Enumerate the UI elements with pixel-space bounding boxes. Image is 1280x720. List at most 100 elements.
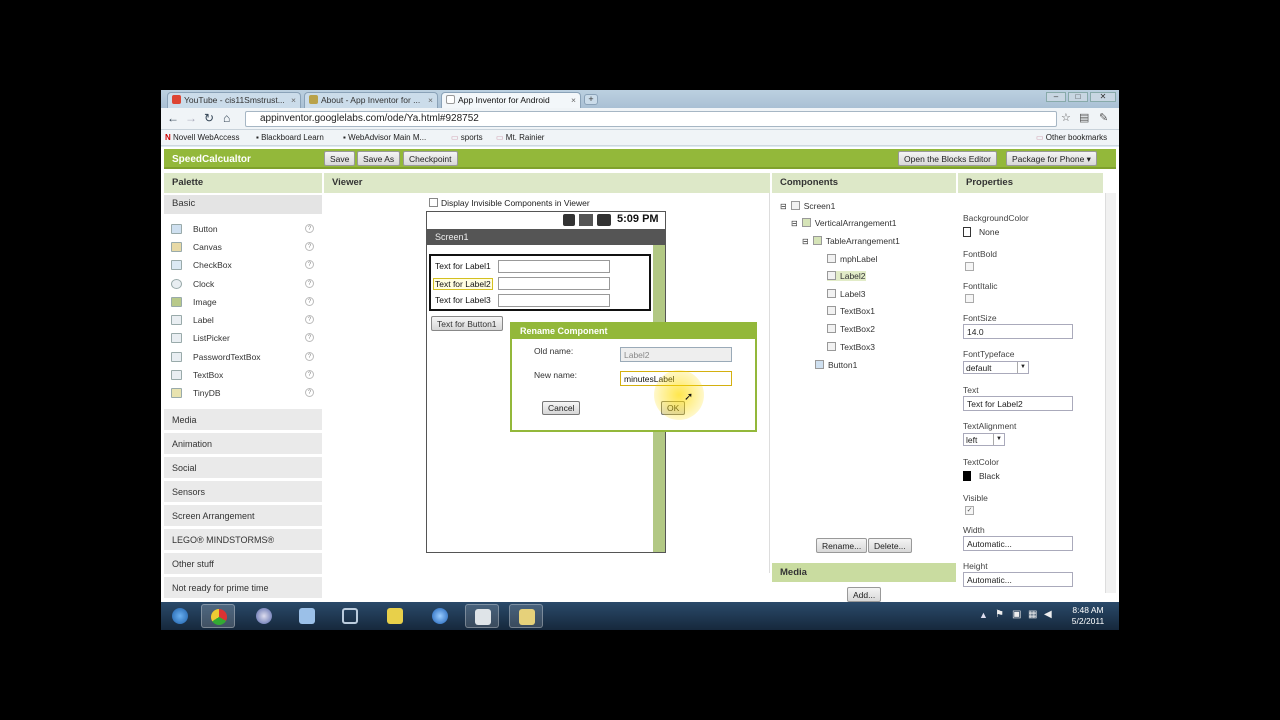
palette-item-tinydb[interactable]: TinyDB? <box>167 386 317 402</box>
volume-icon[interactable]: ◀ <box>1044 609 1052 620</box>
page-menu-icon[interactable]: ▤ <box>1079 111 1089 124</box>
bookmark-novell[interactable]: N Novell WebAccess <box>165 133 240 142</box>
palette-category-animation[interactable]: Animation <box>164 433 322 455</box>
palette-basic-category[interactable]: Basic <box>164 195 322 214</box>
palette-item-button[interactable]: Button? <box>167 222 317 238</box>
taskbar-app-link[interactable] <box>333 604 367 628</box>
help-icon[interactable]: ? <box>305 260 314 269</box>
add-media-button[interactable]: Add... <box>847 587 882 602</box>
label1[interactable]: Text for Label1 <box>435 261 491 271</box>
taskbar-ie[interactable] <box>423 604 457 628</box>
vertical-arrangement[interactable]: Text for Label1 Text for Label2 Text for… <box>429 254 651 311</box>
bookmark-blackboard[interactable]: ▪ Blackboard Learn <box>256 133 324 142</box>
start-button[interactable] <box>163 604 197 628</box>
width-input[interactable]: Automatic... <box>963 536 1073 551</box>
address-bar[interactable]: appinventor.googlelabs.com/ode/Ya.html#9… <box>245 111 1057 127</box>
help-icon[interactable]: ? <box>305 297 314 306</box>
help-icon[interactable]: ? <box>305 279 314 288</box>
palette-category-sensors[interactable]: Sensors <box>164 481 322 503</box>
palette-category-other-stuff[interactable]: Other stuff <box>164 553 322 575</box>
palette-item-clock[interactable]: Clock? <box>167 277 317 293</box>
bookmark-other[interactable]: ▭ Other bookmarks <box>1036 133 1107 142</box>
rename-button[interactable]: Rename... <box>816 538 868 553</box>
palette-category-screen-arrangement[interactable]: Screen Arrangement <box>164 505 322 527</box>
tree-item-screen1[interactable]: ⊟ Screen1 <box>780 201 835 211</box>
text-input[interactable]: Text for Label2 <box>963 396 1073 411</box>
back-arrow-icon[interactable]: ← <box>167 111 179 125</box>
textcolor-picker[interactable]: Black <box>963 471 1000 481</box>
textbox3[interactable] <box>498 294 610 307</box>
close-icon[interactable]: × <box>571 95 576 105</box>
reload-icon[interactable]: ↻ <box>204 111 214 125</box>
system-clock[interactable]: 8:48 AM 5/2/2011 <box>1063 605 1113 627</box>
tab-app-inventor[interactable]: App Inventor for Android × <box>441 92 581 108</box>
taskbar-explorer[interactable] <box>509 604 543 628</box>
palette-item-passwordtextbox[interactable]: PasswordTextBox? <box>167 350 317 366</box>
star-icon[interactable]: ☆ <box>1061 111 1071 124</box>
open-blocks-editor-button[interactable]: Open the Blocks Editor <box>898 151 997 166</box>
help-icon[interactable]: ? <box>305 352 314 361</box>
dropdown-arrow-icon[interactable]: ▼ <box>993 434 1004 445</box>
fontbold-checkbox[interactable] <box>965 262 974 271</box>
tree-item-textbox3[interactable]: TextBox3 <box>827 342 875 352</box>
bookmark-mt-rainier[interactable]: ▭ Mt. Rainier <box>496 133 544 142</box>
tree-item-tablearrangement1[interactable]: ⊟ TableArrangement1 <box>802 236 900 246</box>
minimize-button[interactable]: – <box>1046 92 1066 102</box>
maximize-button[interactable]: □ <box>1068 92 1088 102</box>
taskbar-window[interactable] <box>465 604 499 628</box>
checkbox-icon[interactable] <box>429 198 438 207</box>
collapse-icon[interactable]: ⊟ <box>791 219 798 228</box>
close-icon[interactable]: × <box>428 95 433 105</box>
delete-button[interactable]: Delete... <box>868 538 912 553</box>
taskbar-chrome[interactable] <box>201 604 235 628</box>
tree-item-button1[interactable]: Button1 <box>815 360 857 370</box>
tree-item-label2-selected[interactable]: Label2 <box>827 271 866 281</box>
visible-checkbox[interactable]: ✓ <box>965 506 974 515</box>
cancel-button[interactable]: Cancel <box>542 401 581 415</box>
tree-item-label3[interactable]: Label3 <box>827 289 866 299</box>
palette-item-label[interactable]: Label? <box>167 313 317 329</box>
bookmark-webadvisor[interactable]: ▪ WebAdvisor Main M... <box>343 133 426 142</box>
palette-item-checkbox[interactable]: CheckBox? <box>167 258 317 274</box>
button1[interactable]: Text for Button1 <box>431 316 503 331</box>
label3[interactable]: Text for Label3 <box>435 295 491 305</box>
help-icon[interactable]: ? <box>305 388 314 397</box>
height-input[interactable]: Automatic... <box>963 572 1073 587</box>
palette-category-media[interactable]: Media <box>164 409 322 431</box>
palette-category-social[interactable]: Social <box>164 457 322 479</box>
collapse-icon[interactable]: ⊟ <box>780 202 787 211</box>
bookmark-sports[interactable]: ▭ sports <box>451 133 483 142</box>
help-icon[interactable]: ? <box>305 224 314 233</box>
help-icon[interactable]: ? <box>305 242 314 251</box>
network-status-icon[interactable]: ▦ <box>1028 609 1037 620</box>
package-for-phone-button[interactable]: Package for Phone ▾ <box>1006 151 1097 166</box>
fontitalic-checkbox[interactable] <box>965 294 974 303</box>
help-icon[interactable]: ? <box>305 315 314 324</box>
home-icon[interactable]: ⌂ <box>223 111 230 125</box>
checkpoint-button[interactable]: Checkpoint <box>403 151 458 166</box>
palette-category-lego-mindstorms[interactable]: LEGO® MINDSTORMS® <box>164 529 322 551</box>
fonttypeface-select[interactable]: default ▼ <box>963 361 1029 374</box>
textalignment-select[interactable]: left ▼ <box>963 433 1005 446</box>
palette-item-listpicker[interactable]: ListPicker? <box>167 331 317 347</box>
close-icon[interactable]: × <box>291 95 296 105</box>
forward-arrow-icon[interactable]: → <box>185 111 197 125</box>
tab-youtube[interactable]: YouTube - cis11Smstrust... × <box>167 92 301 108</box>
backgroundcolor-picker[interactable]: None <box>963 227 999 237</box>
tree-item-textbox1[interactable]: TextBox1 <box>827 306 875 316</box>
collapse-icon[interactable]: ⊟ <box>802 237 809 246</box>
palette-item-textbox[interactable]: TextBox? <box>167 368 317 384</box>
taskbar-itunes[interactable] <box>247 604 281 628</box>
palette-category-not-ready[interactable]: Not ready for prime time <box>164 577 322 599</box>
save-button[interactable]: Save <box>324 151 356 166</box>
tree-item-textbox2[interactable]: TextBox2 <box>827 324 875 334</box>
properties-scrollbar[interactable] <box>1105 193 1116 593</box>
show-hidden-icons-icon[interactable]: ▲ <box>979 610 988 620</box>
tree-item-mphlabel[interactable]: mphLabel <box>827 254 877 264</box>
help-icon[interactable]: ? <box>305 333 314 342</box>
flag-icon[interactable]: ⚑ <box>995 609 1004 620</box>
help-icon[interactable]: ? <box>305 370 314 379</box>
close-window-button[interactable]: ✕ <box>1090 92 1116 102</box>
device-icon[interactable]: ▣ <box>1012 609 1021 620</box>
label2-selected[interactable]: Text for Label2 <box>433 278 493 290</box>
